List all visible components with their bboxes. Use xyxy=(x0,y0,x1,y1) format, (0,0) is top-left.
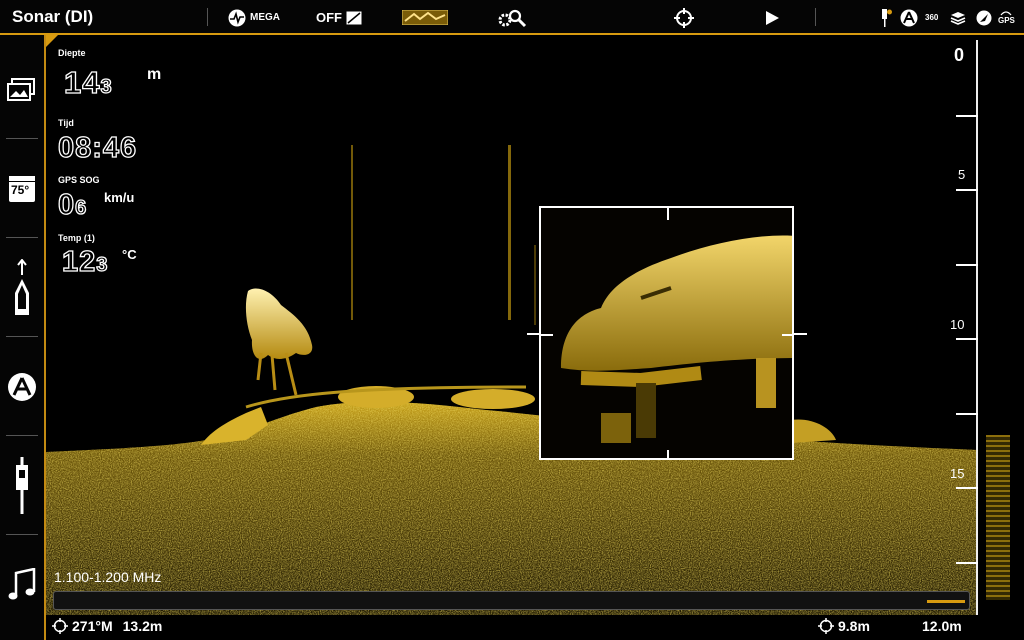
zoom-image xyxy=(561,235,792,443)
off-label: OFF xyxy=(316,10,342,25)
depth-tick xyxy=(956,264,978,266)
depth-tick xyxy=(956,413,978,415)
depth-scale[interactable] xyxy=(978,35,1024,640)
status-360[interactable]: 360 xyxy=(925,0,938,35)
depth-unit: m xyxy=(147,66,162,83)
chart-icon xyxy=(900,9,918,26)
time-label: Tijd xyxy=(58,118,74,128)
transducer-alert-icon xyxy=(882,8,892,27)
gps-label: GPS xyxy=(998,16,1015,25)
gain-icon xyxy=(346,11,362,24)
depth-scale-rule xyxy=(976,40,978,615)
temp-value-main: 12 xyxy=(61,245,97,278)
depth-tick xyxy=(956,338,978,340)
play-button[interactable] xyxy=(764,0,780,35)
temp-value-decimal: 3 xyxy=(96,253,109,276)
depth-tick xyxy=(956,562,978,564)
sidebar-item-music[interactable] xyxy=(0,535,44,634)
sonar-image xyxy=(46,145,978,615)
sidebar: 75° xyxy=(0,35,46,640)
depth-tick xyxy=(956,115,978,117)
sidebar-item-chart[interactable] xyxy=(0,337,44,436)
depth-tick xyxy=(956,487,978,489)
alert-indicator[interactable] xyxy=(880,0,892,35)
settings-search-button[interactable] xyxy=(497,0,529,35)
sidebar-item-temperature[interactable]: 75° xyxy=(0,139,44,238)
sog-unit: km/u xyxy=(104,190,135,205)
power-toggle[interactable]: OFF xyxy=(316,0,362,35)
palette-thumbnail-icon xyxy=(402,10,448,25)
zoom-tick xyxy=(541,334,553,336)
heading-status[interactable] xyxy=(976,0,992,35)
sog-label: GPS SOG xyxy=(58,175,100,185)
depth-label-15: 15 xyxy=(950,466,965,481)
sog-value: 06 xyxy=(57,188,88,222)
temp-label: Temp (1) xyxy=(58,233,95,243)
depth-value-decimal: 3 xyxy=(100,75,113,98)
depth-tick xyxy=(956,189,978,191)
corner-marker-icon xyxy=(46,35,58,47)
sidebar-item-window[interactable] xyxy=(0,40,44,139)
zoom-tick xyxy=(667,208,669,220)
mega-icon xyxy=(228,9,246,26)
temperature-icon: 75° xyxy=(9,175,35,202)
compass-icon xyxy=(976,10,992,25)
depth-label-10: 10 xyxy=(950,317,965,332)
page-title: Sonar (DI) xyxy=(12,7,94,26)
zoom-tick-outer xyxy=(793,333,807,335)
boat-icon xyxy=(15,258,29,315)
sidebar-item-boat[interactable] xyxy=(0,238,44,337)
window-icon xyxy=(7,77,35,101)
chart-icon xyxy=(8,372,36,401)
cursor-button[interactable] xyxy=(674,0,694,35)
frequency-label: 1.100-1.200 MHz xyxy=(54,569,162,585)
layers-icon xyxy=(950,11,966,25)
sonar-palette-button[interactable] xyxy=(402,0,448,35)
time-value: 08:46 xyxy=(57,131,138,164)
music-icon xyxy=(8,567,36,599)
zoom-tick xyxy=(667,450,669,458)
gear-search-icon xyxy=(498,9,527,27)
cursor-position-readout: 271°M 13.2m xyxy=(52,618,162,634)
range-readout: 12.0m xyxy=(922,618,962,634)
sidebar-item-transducer[interactable] xyxy=(0,436,44,535)
depth-label-5: 5 xyxy=(958,167,966,182)
depth-label-0: 0 xyxy=(954,45,965,65)
zoom-tick-outer xyxy=(527,333,541,335)
divider xyxy=(815,8,816,26)
layers-status[interactable] xyxy=(950,0,966,35)
crosshair-icon xyxy=(674,7,694,28)
cursor-depth-readout: 9.8m xyxy=(818,618,870,634)
crosshair-icon xyxy=(52,618,68,634)
history-bar[interactable] xyxy=(53,591,970,610)
temperature-icon-label: 75° xyxy=(11,182,30,197)
temp-value: 123 xyxy=(61,245,109,279)
chart-status[interactable] xyxy=(900,0,918,35)
360-label: 360 xyxy=(925,13,939,22)
gps-status[interactable]: GPS xyxy=(998,0,1015,35)
range-value: 12.0m xyxy=(922,618,962,634)
depth-scale-strip xyxy=(986,435,1010,600)
zoom-box[interactable] xyxy=(539,206,794,460)
depth-value: 143 xyxy=(63,64,113,101)
divider xyxy=(207,8,208,26)
sog-value-decimal: 6 xyxy=(74,196,88,219)
history-bar-indicator xyxy=(927,600,965,603)
cursor-depth: 9.8m xyxy=(838,618,870,634)
cursor-distance: 13.2m xyxy=(122,618,163,634)
mega-label: MEGA xyxy=(250,12,280,23)
transducer-icon xyxy=(16,456,28,514)
top-bar: Sonar (DI) MEGA OFF 360 GPS xyxy=(0,0,1024,35)
sog-value-main: 0 xyxy=(57,188,76,221)
play-icon xyxy=(766,10,779,25)
cursor-bearing: 271°M xyxy=(72,618,113,634)
crosshair-icon xyxy=(818,618,834,634)
temp-unit: °C xyxy=(122,247,137,262)
mega-button[interactable]: MEGA xyxy=(228,0,280,35)
depth-value-main: 14 xyxy=(63,64,101,100)
sonar-view[interactable]: Diepte 143 m Tijd 08:46 GPS SOG 06 km/u … xyxy=(46,35,978,615)
depth-label: Diepte xyxy=(58,48,86,58)
